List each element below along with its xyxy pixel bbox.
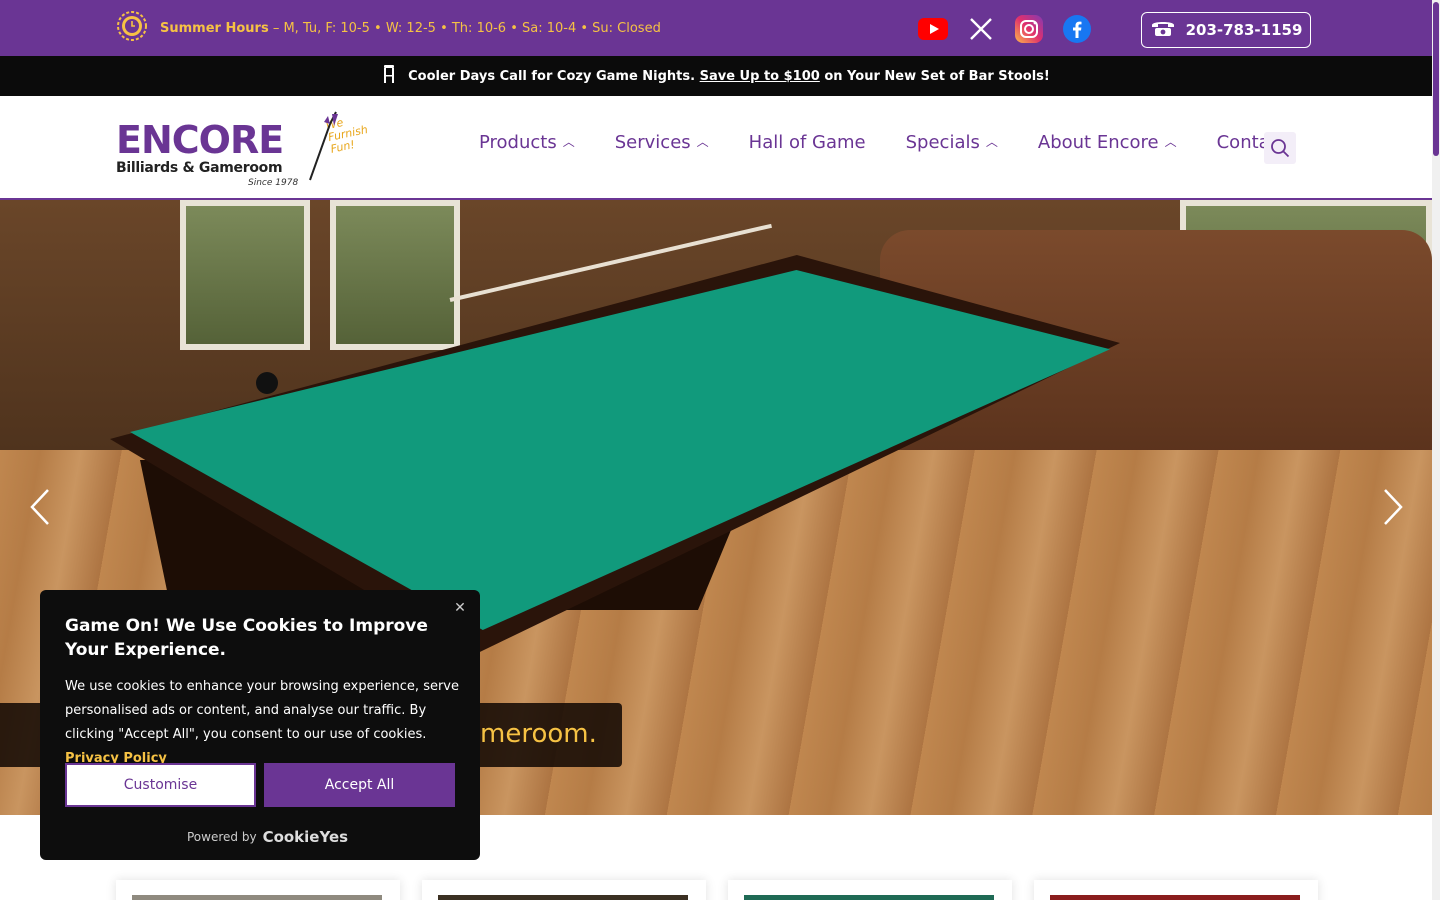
promo-link[interactable]: Save Up to $100 <box>700 69 820 84</box>
powered-by-label: Powered by <box>187 830 257 844</box>
logo-wordmark: ENCORE <box>116 118 284 162</box>
youtube-icon[interactable] <box>918 14 948 44</box>
instagram-icon[interactable] <box>1014 14 1044 44</box>
nav-about[interactable]: About Encore ︿ <box>1038 132 1177 153</box>
chevron-up-icon: ︿ <box>696 135 709 149</box>
telephone-icon <box>1150 19 1176 41</box>
customise-button[interactable]: Customise <box>65 763 256 807</box>
hero-caption-text: meroom. <box>480 719 597 749</box>
nav-hall-label: Hall of Game <box>748 132 866 153</box>
promo-tail: on Your New Set of Bar Stools! <box>824 68 1050 84</box>
social-links <box>918 14 1092 44</box>
nav-hall-of-game[interactable]: Hall of Game <box>749 132 866 153</box>
hero-window <box>330 200 460 350</box>
slider-next-button[interactable] <box>1378 485 1408 529</box>
cookie-title: Game On! We Use Cookies to Improve Your … <box>65 616 428 660</box>
card-image <box>1050 895 1300 900</box>
promo-lead: Cooler Days Call for Cozy Game Nights. <box>408 68 696 84</box>
site-logo[interactable]: ENCORE Billiards & Gameroom Since 1978 W… <box>116 108 369 188</box>
cookieyes-logo: CookieYes <box>262 828 349 846</box>
hero-window <box>180 200 310 350</box>
top-bar: Summer Hours – M, Tu, F: 10-5 • W: 12-5 … <box>0 0 1432 56</box>
nav-services-label: Services <box>614 132 691 153</box>
hours-label: Summer Hours <box>160 20 269 36</box>
card-image <box>438 895 688 900</box>
close-icon[interactable]: ✕ <box>450 598 470 618</box>
nav-specials-label: Specials <box>905 132 980 153</box>
phone-button[interactable]: 203-783-1159 <box>1141 12 1311 48</box>
site-header: ENCORE Billiards & Gameroom Since 1978 W… <box>0 96 1432 200</box>
nav-about-label: About Encore <box>1037 132 1159 153</box>
category-card[interactable] <box>116 880 400 900</box>
accept-all-button[interactable]: Accept All <box>264 763 455 807</box>
nav-specials[interactable]: Specials ︿ <box>906 132 998 153</box>
promo-bar: Cooler Days Call for Cozy Game Nights. S… <box>0 56 1432 96</box>
chevron-up-icon: ︿ <box>562 135 575 149</box>
bar-stool-icon <box>382 64 396 88</box>
chevron-right-icon <box>1384 489 1403 525</box>
chevron-left-icon <box>30 489 49 525</box>
category-card[interactable] <box>728 880 1012 900</box>
logo-since: Since 1978 <box>248 178 299 188</box>
eight-ball <box>256 372 278 394</box>
cookie-body: We use cookies to enhance your browsing … <box>65 675 460 771</box>
facebook-icon[interactable] <box>1062 14 1092 44</box>
card-image <box>132 895 382 900</box>
main-nav: Products ︿ Services ︿ Hall of Game Speci… <box>479 132 1287 153</box>
logo-subtitle: Billiards & Gameroom <box>116 160 283 176</box>
chevron-up-icon: ︿ <box>1164 135 1177 149</box>
nav-products-label: Products <box>479 132 557 153</box>
x-icon[interactable] <box>966 14 996 44</box>
hours-text: – M, Tu, F: 10-5 • W: 12-5 • Th: 10-6 • … <box>272 20 661 36</box>
slider-prev-button[interactable] <box>25 485 55 529</box>
search-button[interactable] <box>1264 132 1296 164</box>
phone-number: 203-783-1159 <box>1185 21 1303 39</box>
cookie-body-text: We use cookies to enhance your browsing … <box>65 679 459 742</box>
category-card[interactable] <box>1034 880 1318 900</box>
category-card[interactable] <box>422 880 706 900</box>
dart-icon <box>309 111 338 181</box>
scrollbar-thumb[interactable] <box>1433 2 1439 156</box>
search-icon <box>1271 139 1290 158</box>
chevron-up-icon: ︿ <box>985 135 998 149</box>
cookie-banner: ✕ Game On! We Use Cookies to Improve You… <box>40 590 480 860</box>
card-image <box>744 895 994 900</box>
powered-by: Powered by CookieYes <box>187 828 348 846</box>
store-hours: Summer Hours – M, Tu, F: 10-5 • W: 12-5 … <box>116 10 661 46</box>
clock-icon <box>116 10 148 46</box>
nav-services[interactable]: Services ︿ <box>615 132 709 153</box>
nav-products[interactable]: Products ︿ <box>479 132 575 153</box>
